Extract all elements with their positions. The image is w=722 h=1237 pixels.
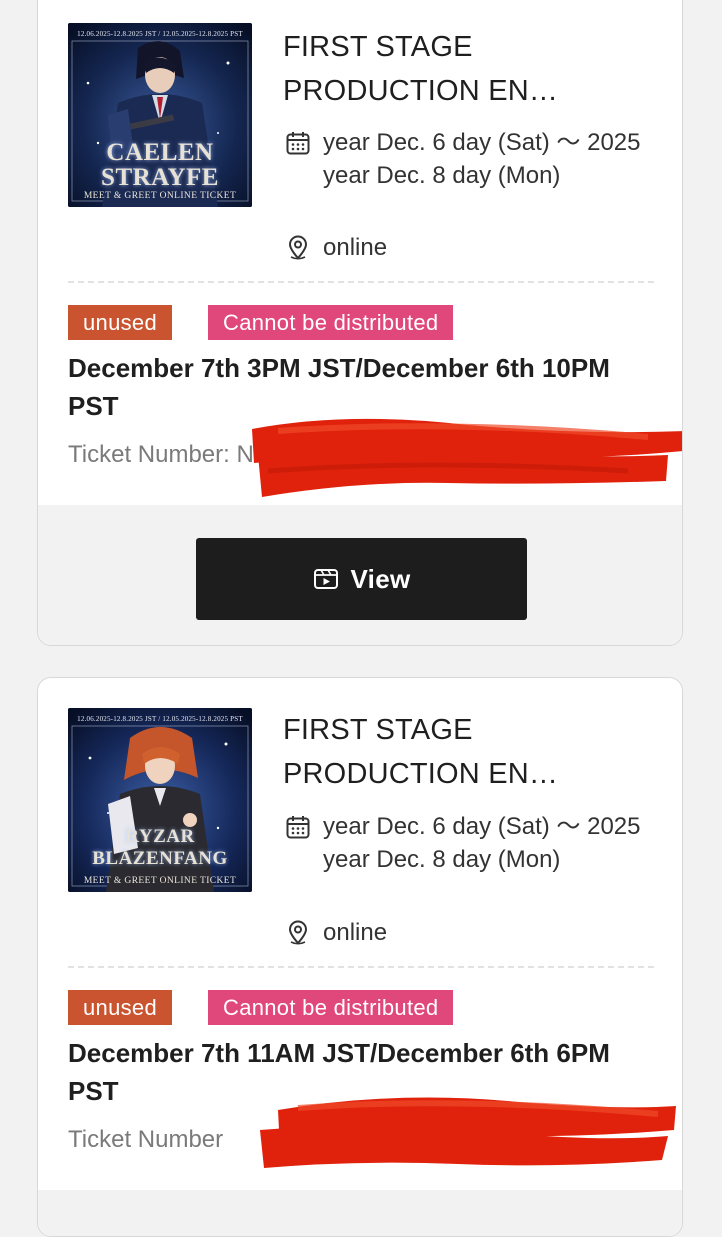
ticket-card[interactable]: 12.06.2025-12.8.2025 JST / 12.05.2025-12… xyxy=(37,677,683,1237)
calendar-icon xyxy=(286,816,310,839)
event-date-text: year Dec. 6 day (Sat) ～ 2025 year Dec. 8… xyxy=(323,129,641,189)
event-title[interactable]: FIRST STAGE PRODUCTION EN… xyxy=(283,708,603,796)
event-date: year Dec. 6 day (Sat) ～ 2025 year Dec. 8… xyxy=(285,126,643,192)
event-date: year Dec. 6 day (Sat) ～ 2025 year Dec. 8… xyxy=(285,810,643,876)
calendar-icon xyxy=(286,132,310,155)
map-pin-icon xyxy=(288,920,308,945)
card-divider xyxy=(68,966,654,968)
card-divider xyxy=(68,281,654,283)
event-location: online xyxy=(285,916,643,949)
status-badge-distribution: Cannot be distributed xyxy=(208,990,454,1025)
event-title[interactable]: FIRST STAGE PRODUCTION EN… xyxy=(283,25,603,113)
thumbnail-tagline: Meet & Greet Online Ticket xyxy=(83,876,237,886)
thumbnail-date-band: 12.06.2025-12.8.2025 JST / 12.05.2025-12… xyxy=(77,30,243,38)
redaction-scribble xyxy=(260,1097,676,1168)
ticket-card[interactable]: 12.06.2025-12.8.2025 JST / 12.05.2025-12… xyxy=(37,0,683,646)
thumbnail-tagline: Meet & Greet Online Ticket xyxy=(83,191,237,201)
card-footer: View xyxy=(38,505,682,645)
event-location-text: online xyxy=(323,919,388,946)
ticket-number-label: Ticket Number xyxy=(68,1126,224,1153)
status-badge-unused: unused xyxy=(68,990,172,1025)
thumbnail-name-line-1: RYZAR xyxy=(125,826,195,847)
ticket-number-label: Ticket Number xyxy=(68,441,224,468)
status-badge-distribution: Cannot be distributed xyxy=(208,305,454,340)
card-footer xyxy=(38,1190,682,1236)
thumbnail-name-line-1: CAELEN xyxy=(106,139,214,166)
view-button-label: View xyxy=(350,563,411,594)
event-location: online xyxy=(285,231,643,264)
view-button[interactable]: View xyxy=(196,538,527,620)
ticket-number: Ticket Number xyxy=(68,1126,223,1154)
thumbnail-date-band: 12.06.2025-12.8.2025 JST / 12.05.2025-12… xyxy=(77,715,243,723)
event-date-text: year Dec. 6 day (Sat) ～ 2025 year Dec. 8… xyxy=(323,813,641,873)
event-thumbnail[interactable]: 12.06.2025-12.8.2025 JST / 12.05.2025-12… xyxy=(68,23,252,207)
event-location-text: online xyxy=(323,234,388,261)
ticket-number: Ticket Number: N xyxy=(68,441,254,469)
map-pin-icon xyxy=(288,235,308,260)
thumbnail-name-line-2: STRAYFE xyxy=(101,164,219,191)
ticket-view-icon xyxy=(313,569,338,589)
thumbnail-name-line-2: BLAZENFANG xyxy=(92,848,228,869)
status-badge-unused: unused xyxy=(68,305,172,340)
event-thumbnail[interactable]: 12.06.2025-12.8.2025 JST / 12.05.2025-12… xyxy=(68,708,252,892)
redaction-scribble xyxy=(252,418,682,497)
